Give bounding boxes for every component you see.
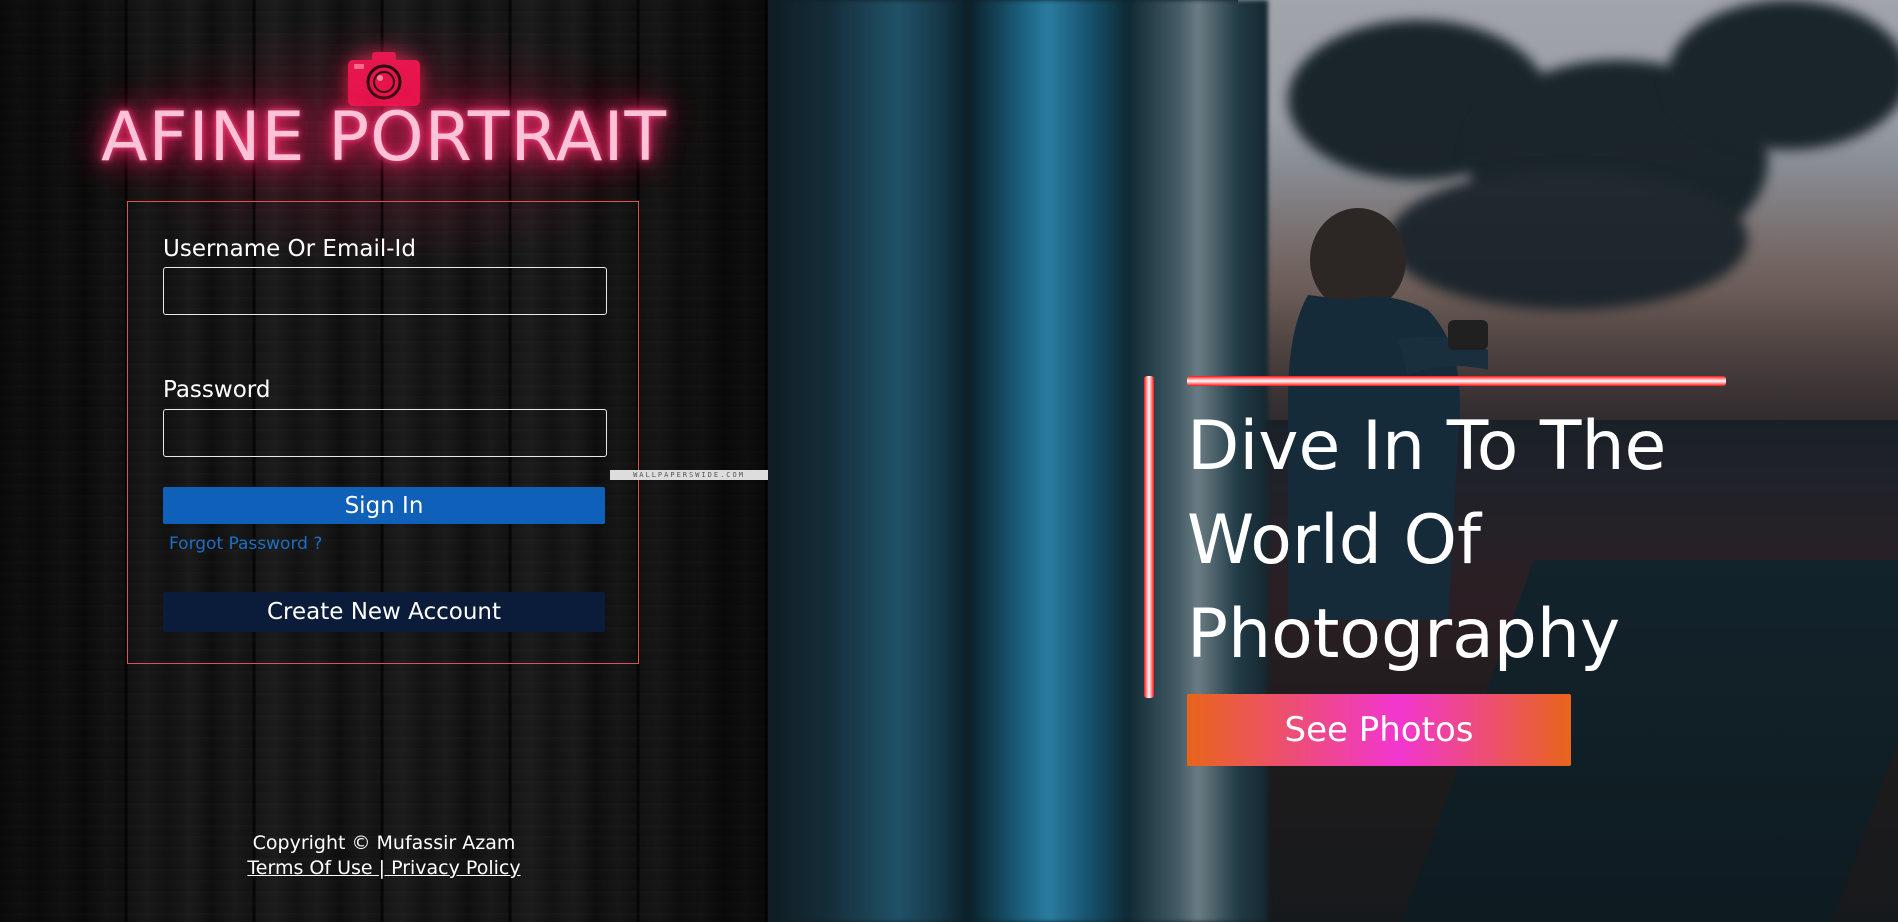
footer-links: Terms Of Use | Privacy Policy xyxy=(247,856,520,881)
username-label: Username Or Email-Id xyxy=(163,236,416,262)
hero-accent-horizontal-bar xyxy=(1187,376,1726,386)
hero-heading: Dive In To The World Of Photography xyxy=(1187,400,1747,682)
copyright-text: Copyright © Mufassir Azam xyxy=(252,832,516,854)
privacy-policy-link[interactable]: Privacy Policy xyxy=(391,857,520,879)
login-panel: AFINE PORTRAIT Username Or Email-Id Pass… xyxy=(0,0,768,922)
watermark: WALLPAPERSWIDE.COM xyxy=(610,470,768,480)
brand-title: AFINE PORTRAIT xyxy=(100,98,668,177)
hero-heading-line-2: World Of xyxy=(1187,501,1481,580)
password-input[interactable] xyxy=(163,409,607,457)
create-account-button[interactable]: Create New Account xyxy=(163,592,605,632)
page: AFINE PORTRAIT Username Or Email-Id Pass… xyxy=(0,0,1898,922)
footer-separator: | xyxy=(372,857,392,879)
hero-accent-vertical-bar xyxy=(1144,376,1154,698)
password-label: Password xyxy=(163,377,271,403)
hero-heading-line-3: Photography xyxy=(1187,595,1621,674)
footer: Copyright © Mufassir Azam Terms Of Use |… xyxy=(0,831,768,881)
login-form: Username Or Email-Id Password Sign In Fo… xyxy=(127,201,639,664)
forgot-password-link[interactable]: Forgot Password ? xyxy=(169,534,322,554)
sign-in-button[interactable]: Sign In xyxy=(163,487,605,524)
hero-heading-line-1: Dive In To The xyxy=(1187,407,1667,486)
terms-of-use-link[interactable]: Terms Of Use xyxy=(247,857,372,879)
username-input[interactable] xyxy=(163,267,607,315)
see-photos-button[interactable]: See Photos xyxy=(1187,694,1571,766)
